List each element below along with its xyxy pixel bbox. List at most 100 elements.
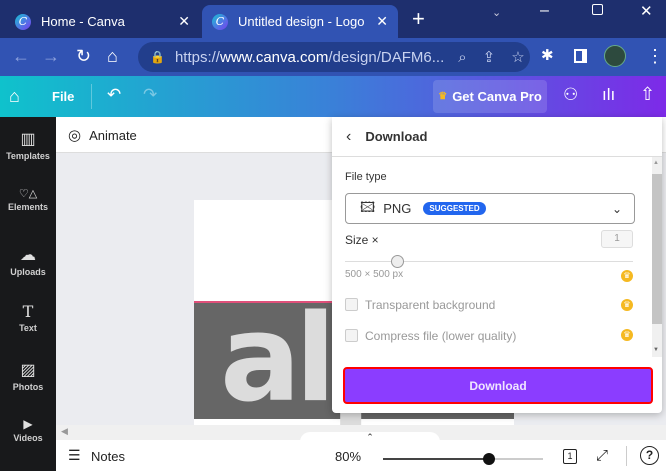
minimize-icon[interactable]: –	[540, 2, 549, 20]
sidebar-item-photos[interactable]: ▨ Photos	[0, 360, 56, 392]
videos-icon: ▶	[23, 417, 33, 431]
url-path: /design/DAFM6...	[328, 48, 445, 66]
scroll-left-icon[interactable]: ◀	[61, 426, 68, 437]
compress-file-checkbox[interactable]	[345, 329, 358, 342]
notes-button[interactable]: Notes	[91, 449, 125, 464]
crown-icon: ♛	[621, 299, 633, 311]
close-icon[interactable]: ✕	[376, 13, 388, 30]
templates-icon: ▥	[20, 131, 36, 148]
compress-file-label: Compress file (lower quality)	[365, 329, 517, 343]
transparent-background-checkbox[interactable]	[345, 298, 358, 311]
forward-icon[interactable]: →	[42, 46, 60, 67]
sidebar-item-videos[interactable]: ▶ Videos	[0, 417, 56, 443]
insights-icon[interactable]: ılı	[602, 85, 615, 105]
home-icon[interactable]: ⌂	[107, 46, 118, 67]
window-close-icon[interactable]: ✕	[640, 2, 653, 20]
suggested-badge: SUGGESTED	[423, 202, 486, 215]
tab-home[interactable]: C Home - Canva ✕	[5, 5, 200, 38]
file-type-value: PNG	[383, 201, 412, 216]
scroll-up-icon[interactable]: ▲	[653, 160, 659, 166]
sidebar-label: Photos	[12, 382, 44, 392]
sidebar-item-elements[interactable]: ♡△ Elements	[0, 187, 56, 212]
tab-title: Home - Canva	[41, 14, 125, 29]
download-panel-header: ‹ Download	[332, 117, 662, 157]
image-icon: 🖾	[360, 198, 376, 215]
photos-icon: ▨	[20, 362, 36, 379]
chevron-down-icon[interactable]: ⌄	[492, 6, 501, 19]
get-canva-pro-button[interactable]: ♛ Get Canva Pro	[433, 80, 547, 113]
download-panel: ‹ Download File type 🖾 PNG SUGGESTED ⌄ S…	[332, 117, 662, 413]
file-type-select[interactable]: 🖾 PNG SUGGESTED ⌄	[345, 193, 635, 224]
lock-icon: 🔒	[150, 50, 165, 64]
size-label: Size ×	[345, 233, 379, 247]
reload-icon[interactable]: ↻	[76, 46, 91, 67]
new-tab-button[interactable]: +	[412, 6, 425, 32]
file-type-label: File type	[345, 171, 387, 183]
extensions-icon[interactable]: ✱	[541, 46, 554, 64]
transparent-background-label: Transparent background	[365, 298, 496, 312]
help-button[interactable]: ?	[640, 446, 659, 465]
chevron-down-icon: ⌄	[611, 201, 622, 216]
zoom-slider[interactable]	[383, 453, 543, 465]
dimensions-text: 500 × 500 px	[345, 269, 404, 280]
url-input[interactable]: 🔒 https://www.canva.com/design/DAFM6... …	[138, 42, 530, 72]
sidebar-toggle-icon[interactable]	[574, 49, 587, 63]
canva-logo-icon: C	[15, 13, 31, 30]
home-icon[interactable]: ⌂	[9, 86, 20, 107]
tab-untitled-design[interactable]: C Untitled design - Logo ✕	[202, 5, 398, 38]
size-input[interactable]: 1	[601, 230, 633, 248]
share-people-icon[interactable]: ⚇	[563, 85, 578, 105]
sidebar-label: Videos	[13, 433, 43, 443]
sidebar-item-templates[interactable]: ▥ Templates	[0, 129, 56, 161]
zoom-lens-icon[interactable]: ⌕	[458, 49, 466, 66]
size-slider[interactable]	[345, 255, 633, 268]
share-icon[interactable]: ⇪	[483, 48, 496, 66]
url-prefix: https://	[174, 48, 220, 66]
zoom-level[interactable]: 80%	[335, 449, 361, 464]
sidebar-label: Text	[19, 323, 37, 333]
url-host: www.canva.com	[219, 48, 329, 66]
zoom-slider-fill	[383, 458, 489, 460]
canva-logo-icon: C	[212, 13, 228, 30]
animate-button[interactable]: ◎ Animate	[68, 126, 137, 144]
panel-scrollbar[interactable]: ▲ ▼	[652, 157, 662, 357]
sidebar-item-text[interactable]: T Text	[0, 302, 56, 333]
sidebar-label: Templates	[6, 151, 50, 161]
maximize-icon[interactable]	[592, 4, 603, 15]
back-icon[interactable]: ←	[12, 46, 30, 67]
browser-tab-bar: C Home - Canva ✕ C Untitled design - Log…	[0, 0, 666, 38]
divider	[91, 84, 92, 109]
page-count-button[interactable]: 1	[563, 449, 577, 464]
file-menu-button[interactable]: File	[52, 89, 74, 104]
close-icon[interactable]: ✕	[178, 13, 190, 30]
download-button[interactable]: Download	[343, 367, 653, 404]
crown-icon: ♛	[621, 270, 633, 282]
address-bar-row: ← → ↻ ⌂ 🔒 https://www.canva.com/design/D…	[0, 38, 666, 76]
animate-icon: ◎	[68, 127, 82, 144]
notes-icon[interactable]: ☰	[68, 447, 81, 464]
sidebar-item-uploads[interactable]: ☁ Uploads	[0, 245, 56, 277]
upload-share-icon[interactable]: ⇧	[640, 84, 655, 105]
zoom-slider-handle[interactable]	[482, 453, 495, 465]
more-menu-icon[interactable]: ⋮	[646, 46, 664, 67]
star-icon[interactable]: ☆	[511, 48, 524, 66]
redo-icon[interactable]: ↷	[143, 85, 157, 105]
size-slider-handle[interactable]	[390, 255, 404, 268]
profile-avatar[interactable]	[604, 45, 626, 67]
upload-cloud-icon: ☁	[20, 247, 36, 264]
scroll-down-icon[interactable]: ▼	[653, 347, 659, 353]
undo-icon[interactable]: ↶	[107, 85, 121, 105]
sidebar-label: Elements	[7, 202, 49, 212]
canva-toolbar: ⌂ File ↶ ↷ ♛ Get Canva Pro ⚇ ılı ⇧	[0, 76, 666, 117]
sidebar-label: Uploads	[10, 267, 46, 277]
tab-title: Untitled design - Logo	[238, 14, 365, 29]
get-pro-label: Get Canva Pro	[452, 89, 542, 104]
crown-icon: ♛	[621, 329, 633, 341]
text-icon: T	[22, 302, 34, 321]
scroll-thumb[interactable]	[652, 174, 662, 324]
divider	[626, 446, 627, 466]
fullscreen-icon[interactable]: ⤢	[596, 447, 608, 464]
sidebar: ▥ Templates ♡△ Elements ☁ Uploads T Text ▨ Ph…	[0, 117, 56, 471]
back-chevron-icon[interactable]: ‹	[346, 128, 351, 146]
bottom-bar: ☰ Notes 80% 1 ⤢ ?	[56, 440, 666, 471]
